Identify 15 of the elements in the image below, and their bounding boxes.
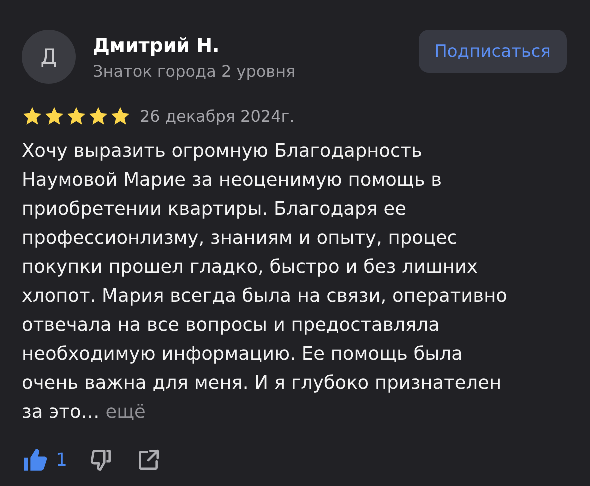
- review-text: Хочу выразить огромную Благодарность Наумовой Марие за неоценимую помощь в приобретении квартиры. Благодаря ее профессионлизму, знаниям и опыту, процес покупки прошел гладко, быстро и без лишних хлопот. Мария всегда была на связи, оперативно отвечала на все вопросы и предоставляла необходимую информацию. Ее помощь была очень важна для меня. И я глубоко признателен за это… ещё: [22, 140, 508, 425]
- thumbs-up-icon: [22, 447, 48, 473]
- share-button[interactable]: [136, 448, 162, 472]
- avatar: Д: [22, 30, 76, 84]
- like-button[interactable]: 1: [22, 447, 68, 473]
- more-link[interactable]: ещё: [106, 402, 146, 423]
- star-icon: [110, 106, 131, 127]
- star-icon: [66, 106, 87, 127]
- review-date: 26 декабря 2024г.: [140, 107, 295, 126]
- star-icon: [44, 106, 65, 127]
- star-icon: [88, 106, 109, 127]
- subscribe-button[interactable]: Подписаться: [418, 30, 567, 73]
- author-level: Знаток города 2 уровня: [93, 62, 297, 81]
- star-icon: [22, 106, 43, 127]
- author-name[interactable]: Дмитрий Н.: [93, 34, 419, 58]
